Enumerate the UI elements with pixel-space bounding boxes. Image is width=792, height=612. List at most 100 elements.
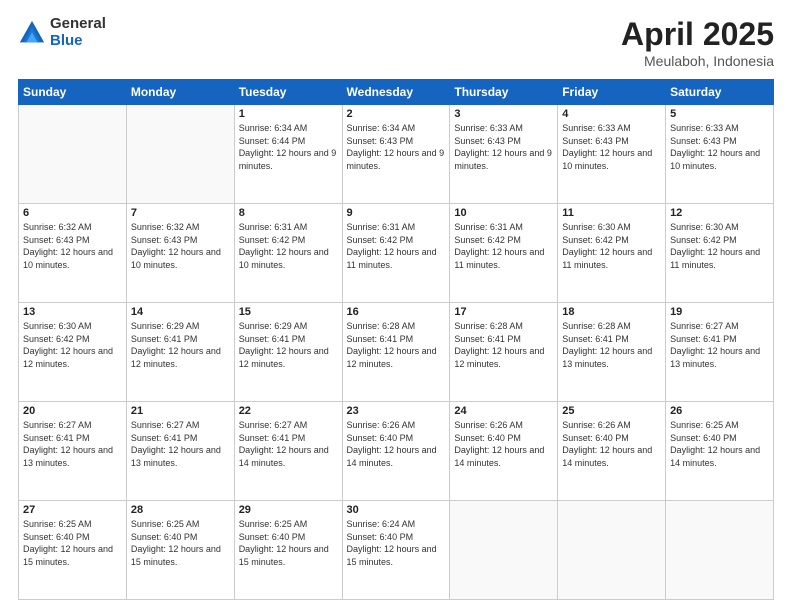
calendar-cell-w3-d7: 19 Sunrise: 6:27 AMSunset: 6:41 PMDayligh… — [666, 303, 774, 402]
day-info: Sunrise: 6:33 AMSunset: 6:43 PMDaylight:… — [454, 122, 553, 172]
day-info: Sunrise: 6:27 AMSunset: 6:41 PMDaylight:… — [23, 419, 122, 469]
calendar-cell-w5-d7 — [666, 501, 774, 600]
day-number: 18 — [562, 306, 661, 318]
calendar-cell-w5-d5 — [450, 501, 558, 600]
day-number: 2 — [347, 108, 446, 120]
calendar-cell-w5-d1: 27 Sunrise: 6:25 AMSunset: 6:40 PMDayligh… — [19, 501, 127, 600]
day-number: 20 — [23, 405, 122, 417]
day-info: Sunrise: 6:25 AMSunset: 6:40 PMDaylight:… — [239, 518, 338, 568]
day-info: Sunrise: 6:30 AMSunset: 6:42 PMDaylight:… — [23, 320, 122, 370]
day-info: Sunrise: 6:33 AMSunset: 6:43 PMDaylight:… — [670, 122, 769, 172]
calendar-cell-w5-d2: 28Sunrise: 6:25 AMSunset: 6:40 PMDayligh… — [126, 501, 234, 600]
day-number: 17 — [454, 306, 553, 318]
calendar-table: Sunday Monday Tuesday Wednesday Thursday… — [18, 79, 774, 600]
logo-icon — [18, 19, 46, 47]
calendar-cell-w1-d4: 2 Sunrise: 6:34 AMSunset: 6:43 PMDaylight… — [342, 105, 450, 204]
day-info: Sunrise: 6:25 AMSunset: 6:40 PMDaylight:… — [23, 518, 122, 568]
day-info: Sunrise: 6:25 AMSunset: 6:40 PMDaylight:… — [670, 419, 769, 469]
calendar-header-row: Sunday Monday Tuesday Wednesday Thursday… — [19, 80, 774, 105]
header-friday: Friday — [558, 80, 666, 105]
day-info: Sunrise: 6:32 AMSunset: 6:43 PMDaylight:… — [23, 221, 122, 271]
day-number: 10 — [454, 207, 553, 219]
day-info: Sunrise: 6:30 AMSunset: 6:42 PMDaylight:… — [562, 221, 661, 271]
day-info: Sunrise: 6:27 AMSunset: 6:41 PMDaylight:… — [131, 419, 230, 469]
week-row-1: 1 Sunrise: 6:34 AMSunset: 6:44 PMDaylight… — [19, 105, 774, 204]
calendar-cell-w4-d3: 22Sunrise: 6:27 AMSunset: 6:41 PMDayligh… — [234, 402, 342, 501]
header-wednesday: Wednesday — [342, 80, 450, 105]
calendar-cell-w1-d1 — [19, 105, 127, 204]
day-info: Sunrise: 6:29 AMSunset: 6:41 PMDaylight:… — [239, 320, 338, 370]
day-info: Sunrise: 6:26 AMSunset: 6:40 PMDaylight:… — [347, 419, 446, 469]
day-info: Sunrise: 6:31 AMSunset: 6:42 PMDaylight:… — [239, 221, 338, 271]
calendar-cell-w3-d2: 14Sunrise: 6:29 AMSunset: 6:41 PMDayligh… — [126, 303, 234, 402]
day-info: Sunrise: 6:31 AMSunset: 6:42 PMDaylight:… — [347, 221, 446, 271]
week-row-5: 27 Sunrise: 6:25 AMSunset: 6:40 PMDayligh… — [19, 501, 774, 600]
calendar-cell-w5-d6 — [558, 501, 666, 600]
header-tuesday: Tuesday — [234, 80, 342, 105]
day-info: Sunrise: 6:28 AMSunset: 6:41 PMDaylight:… — [347, 320, 446, 370]
calendar-cell-w5-d4: 30 Sunrise: 6:24 AMSunset: 6:40 PMDayligh… — [342, 501, 450, 600]
day-number: 21 — [131, 405, 230, 417]
day-number: 19 — [670, 306, 769, 318]
header-thursday: Thursday — [450, 80, 558, 105]
day-number: 16 — [347, 306, 446, 318]
calendar-cell-w3-d1: 13 Sunrise: 6:30 AMSunset: 6:42 PMDayligh… — [19, 303, 127, 402]
week-row-2: 6 Sunrise: 6:32 AMSunset: 6:43 PMDaylight… — [19, 204, 774, 303]
calendar-cell-w1-d6: 4 Sunrise: 6:33 AMSunset: 6:43 PMDaylight… — [558, 105, 666, 204]
day-info: Sunrise: 6:27 AMSunset: 6:41 PMDaylight:… — [670, 320, 769, 370]
day-number: 14 — [131, 306, 230, 318]
logo-text: General Blue — [50, 16, 106, 49]
day-info: Sunrise: 6:32 AMSunset: 6:43 PMDaylight:… — [131, 221, 230, 271]
day-number: 9 — [347, 207, 446, 219]
day-number: 6 — [23, 207, 122, 219]
calendar-cell-w2-d5: 10 Sunrise: 6:31 AMSunset: 6:42 PMDayligh… — [450, 204, 558, 303]
day-info: Sunrise: 6:28 AMSunset: 6:41 PMDaylight:… — [454, 320, 553, 370]
day-info: Sunrise: 6:31 AMSunset: 6:42 PMDaylight:… — [454, 221, 553, 271]
calendar-cell-w1-d2 — [126, 105, 234, 204]
day-number: 11 — [562, 207, 661, 219]
day-info: Sunrise: 6:24 AMSunset: 6:40 PMDaylight:… — [347, 518, 446, 568]
day-number: 12 — [670, 207, 769, 219]
day-number: 23 — [347, 405, 446, 417]
title-location: Meulaboh, Indonesia — [621, 53, 774, 69]
day-number: 22 — [239, 405, 338, 417]
day-number: 4 — [562, 108, 661, 120]
calendar-cell-w5-d3: 29 Sunrise: 6:25 AMSunset: 6:40 PMDayligh… — [234, 501, 342, 600]
day-number: 3 — [454, 108, 553, 120]
title-month: April 2025 — [621, 16, 774, 53]
calendar-cell-w1-d7: 5 Sunrise: 6:33 AMSunset: 6:43 PMDaylight… — [666, 105, 774, 204]
calendar-cell-w1-d3: 1 Sunrise: 6:34 AMSunset: 6:44 PMDaylight… — [234, 105, 342, 204]
calendar-cell-w3-d4: 16 Sunrise: 6:28 AMSunset: 6:41 PMDayligh… — [342, 303, 450, 402]
day-number: 25 — [562, 405, 661, 417]
calendar-cell-w3-d6: 18 Sunrise: 6:28 AMSunset: 6:41 PMDayligh… — [558, 303, 666, 402]
calendar-cell-w3-d5: 17 Sunrise: 6:28 AMSunset: 6:41 PMDayligh… — [450, 303, 558, 402]
header-sunday: Sunday — [19, 80, 127, 105]
header-saturday: Saturday — [666, 80, 774, 105]
day-info: Sunrise: 6:26 AMSunset: 6:40 PMDaylight:… — [454, 419, 553, 469]
calendar-cell-w1-d5: 3 Sunrise: 6:33 AMSunset: 6:43 PMDaylight… — [450, 105, 558, 204]
day-number: 26 — [670, 405, 769, 417]
day-number: 1 — [239, 108, 338, 120]
day-info: Sunrise: 6:28 AMSunset: 6:41 PMDaylight:… — [562, 320, 661, 370]
day-number: 7 — [131, 207, 230, 219]
calendar-cell-w4-d2: 21 Sunrise: 6:27 AMSunset: 6:41 PMDayligh… — [126, 402, 234, 501]
calendar-cell-w2-d1: 6 Sunrise: 6:32 AMSunset: 6:43 PMDaylight… — [19, 204, 127, 303]
title-area: April 2025 Meulaboh, Indonesia — [621, 16, 774, 69]
day-info: Sunrise: 6:25 AMSunset: 6:40 PMDaylight:… — [131, 518, 230, 568]
day-info: Sunrise: 6:33 AMSunset: 6:43 PMDaylight:… — [562, 122, 661, 172]
calendar-cell-w4-d5: 24Sunrise: 6:26 AMSunset: 6:40 PMDayligh… — [450, 402, 558, 501]
day-number: 30 — [347, 504, 446, 516]
logo-blue-text: Blue — [50, 33, 106, 50]
calendar-cell-w4-d1: 20 Sunrise: 6:27 AMSunset: 6:41 PMDayligh… — [19, 402, 127, 501]
day-number: 13 — [23, 306, 122, 318]
logo-general-text: General — [50, 16, 106, 33]
day-info: Sunrise: 6:30 AMSunset: 6:42 PMDaylight:… — [670, 221, 769, 271]
calendar-cell-w2-d7: 12 Sunrise: 6:30 AMSunset: 6:42 PMDayligh… — [666, 204, 774, 303]
day-number: 29 — [239, 504, 338, 516]
day-info: Sunrise: 6:34 AMSunset: 6:44 PMDaylight:… — [239, 122, 338, 172]
day-number: 5 — [670, 108, 769, 120]
day-number: 27 — [23, 504, 122, 516]
day-info: Sunrise: 6:34 AMSunset: 6:43 PMDaylight:… — [347, 122, 446, 172]
calendar-cell-w2-d4: 9 Sunrise: 6:31 AMSunset: 6:42 PMDaylight… — [342, 204, 450, 303]
week-row-3: 13 Sunrise: 6:30 AMSunset: 6:42 PMDayligh… — [19, 303, 774, 402]
